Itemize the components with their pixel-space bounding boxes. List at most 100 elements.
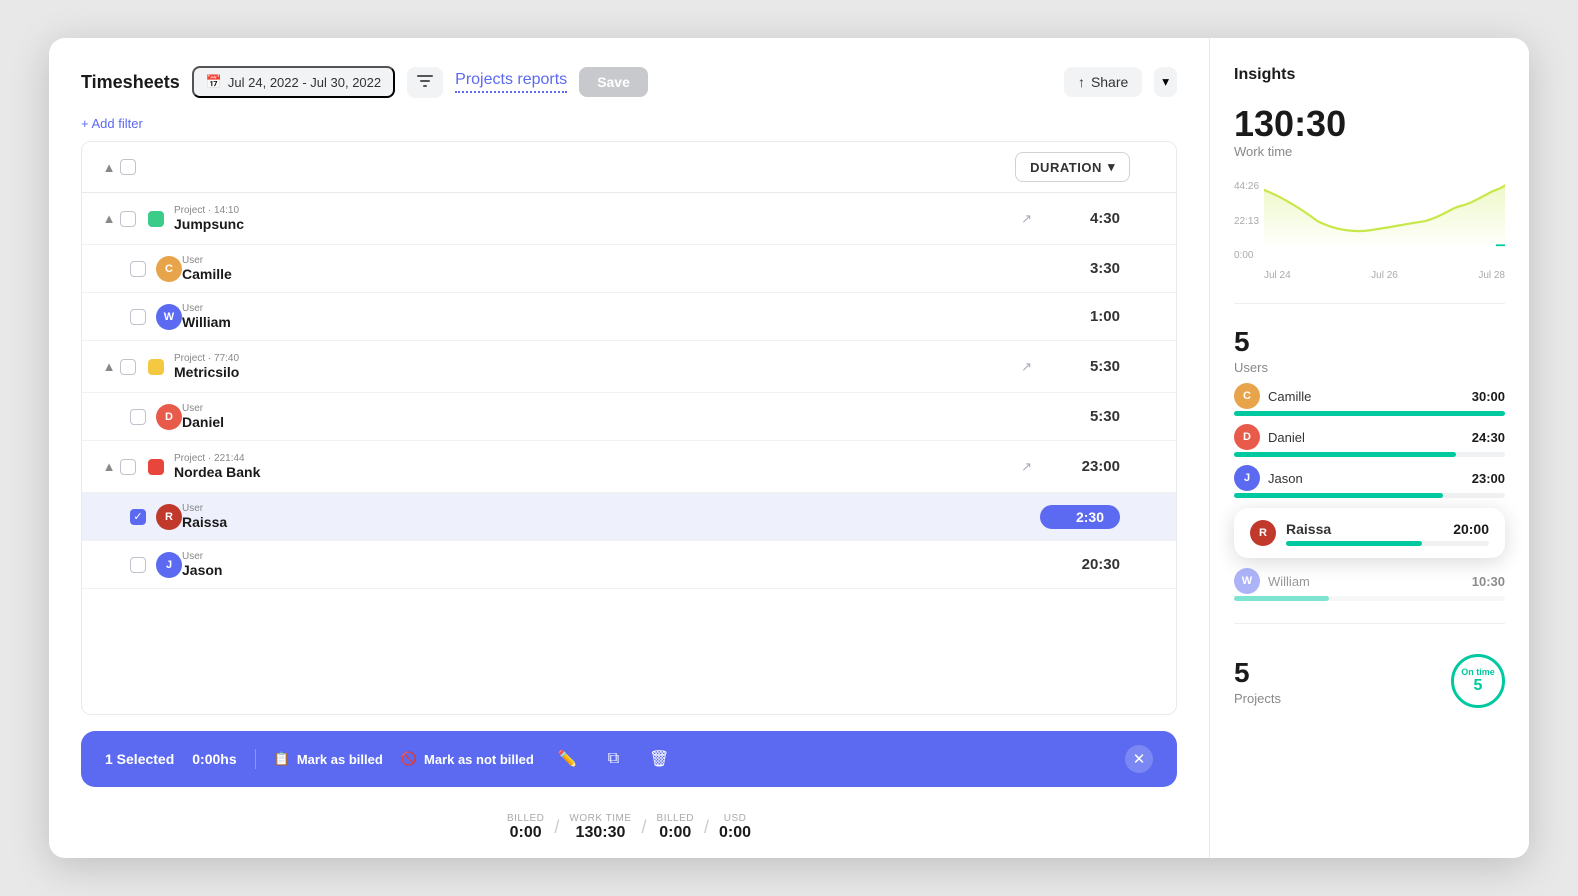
user-duration-highlighted: 2:30	[1040, 505, 1120, 529]
work-time-chart: 44:26 22:13 0:00 Jul 24	[1234, 181, 1505, 281]
user-checkbox[interactable]	[130, 309, 146, 325]
external-link-icon[interactable]: ↗	[1021, 459, 1032, 475]
duration-sort-button[interactable]: DURATION ▾	[1015, 152, 1130, 182]
collapse-all-button[interactable]: ▲	[98, 160, 120, 175]
user-bar	[1234, 493, 1443, 498]
user-checkbox[interactable]	[130, 509, 146, 525]
user-row[interactable]: W User William 1:00	[82, 293, 1176, 341]
report-name[interactable]: Projects reports	[455, 71, 567, 93]
x-label-1: Jul 24	[1264, 270, 1291, 281]
project-color-dot	[148, 211, 164, 227]
selected-hours: 0:00hs	[192, 751, 236, 767]
expand-project-button[interactable]: ▲	[98, 211, 120, 226]
project-checkbox[interactable]	[120, 211, 136, 227]
user-row[interactable]: D User Daniel 5:30	[82, 393, 1176, 441]
not-billed-icon: 🚫	[401, 751, 417, 767]
selected-count: 1 Selected	[105, 751, 174, 767]
external-link-icon[interactable]: ↗	[1021, 211, 1032, 227]
users-count: 5	[1234, 326, 1505, 358]
expand-project-button[interactable]: ▲	[98, 359, 120, 374]
user-checkbox[interactable]	[130, 409, 146, 425]
user-info: User Daniel	[182, 403, 1040, 430]
project-row[interactable]: ▲ Project · 14:10 Jumpsunc ↗ 4:30	[82, 193, 1176, 245]
projects-section: 5 Projects On time 5	[1234, 654, 1505, 708]
date-range-button[interactable]: 📅 Jul 24, 2022 - Jul 30, 2022	[192, 66, 395, 98]
user-checkbox[interactable]	[130, 261, 146, 277]
add-filter-link[interactable]: + Add filter	[81, 116, 1177, 131]
expand-project-button[interactable]: ▲	[98, 459, 120, 474]
y-label-bot: 0:00	[1234, 250, 1259, 261]
section-divider	[1234, 623, 1505, 624]
project-name: Metricsilo	[174, 364, 1021, 380]
users-section: 5 Users C Camille 30:00 D Daniel	[1234, 326, 1505, 601]
page-title: Timesheets	[81, 72, 180, 93]
avatar: W	[156, 304, 182, 330]
user-bar	[1234, 452, 1456, 457]
section-divider	[1234, 303, 1505, 304]
footer-separator: /	[554, 817, 559, 838]
y-label-top: 44:26	[1234, 181, 1259, 192]
user-duration: 5:30	[1040, 408, 1120, 425]
tooltip-name: Raissa	[1286, 521, 1445, 537]
user-row[interactable]: J User Jason 20:30	[82, 541, 1176, 589]
user-time: 24:30	[1472, 430, 1505, 445]
user-info: User Jason	[182, 551, 1040, 578]
save-button[interactable]: Save	[579, 67, 648, 97]
delete-button[interactable]: 🗑	[643, 747, 675, 771]
user-checkbox[interactable]	[130, 557, 146, 573]
user-name: Daniel	[1268, 430, 1464, 445]
avatar: J	[1234, 465, 1260, 491]
user-row-selected[interactable]: R User Raissa 2:30	[82, 493, 1176, 541]
project-row[interactable]: ▲ Project · 77:40 Metricsilo ↗ 5:30	[82, 341, 1176, 393]
user-name: Camille	[1268, 389, 1464, 404]
filter-button[interactable]	[407, 67, 443, 98]
share-button[interactable]: ↑ Share	[1064, 67, 1142, 97]
share-chevron-button[interactable]: ▾	[1154, 67, 1177, 97]
user-info: User Camille	[182, 255, 1040, 282]
avatar: J	[156, 552, 182, 578]
share-icon: ↑	[1078, 74, 1085, 90]
avatar: W	[1234, 568, 1260, 594]
project-row[interactable]: ▲ Project · 221:44 Nordea Bank ↗ 23:00	[82, 441, 1176, 493]
edit-button[interactable]: ✏️	[552, 747, 584, 771]
project-label: Project · 77:40	[174, 353, 1021, 364]
project-checkbox[interactable]	[120, 459, 136, 475]
y-label-mid: 22:13	[1234, 216, 1259, 227]
project-checkbox[interactable]	[120, 359, 136, 375]
project-color-dot	[148, 359, 164, 375]
projects-label: Projects	[1234, 691, 1281, 706]
project-duration: 5:30	[1040, 358, 1120, 375]
select-all-checkbox[interactable]	[120, 159, 136, 175]
project-name: Jumpsunc	[174, 216, 1021, 232]
mark-not-billed-button[interactable]: 🚫 Mark as not billed	[401, 751, 534, 767]
user-name: William	[1268, 574, 1464, 589]
total-time: 130:30	[1234, 106, 1505, 142]
user-time: 23:00	[1472, 471, 1505, 486]
billed2-value: 0:00	[659, 824, 691, 842]
table-header: ▲ DURATION ▾	[82, 142, 1176, 193]
project-duration: 4:30	[1040, 210, 1120, 227]
copy-button[interactable]: ⧉	[602, 748, 625, 770]
billed-value: 0:00	[510, 824, 542, 842]
raissa-tooltip-card: R Raissa 20:00	[1234, 508, 1505, 558]
user-bar	[1234, 411, 1505, 416]
projects-count: 5	[1234, 657, 1281, 689]
external-link-icon[interactable]: ↗	[1021, 359, 1032, 375]
user-name: Jason	[1268, 471, 1464, 486]
filter-icon	[417, 74, 433, 91]
timesheets-table: ▲ DURATION ▾ ▲	[81, 141, 1177, 715]
duration-col-label: DURATION	[1030, 160, 1102, 175]
user-info: User William	[182, 303, 1040, 330]
close-bar-button[interactable]: ✕	[1125, 745, 1153, 773]
mark-billed-button[interactable]: 📋 Mark as billed	[274, 751, 383, 767]
footer-separator: /	[704, 817, 709, 838]
user-duration: 20:30	[1040, 556, 1120, 573]
footer-separator: /	[642, 817, 647, 838]
work-time-sublabel: Work time	[1234, 144, 1505, 159]
users-list: C Camille 30:00 D Daniel 24:30	[1234, 383, 1505, 601]
chevron-down-icon: ▾	[1162, 74, 1169, 89]
bottom-action-bar: 1 Selected 0:00hs 📋 Mark as billed 🚫 Mar…	[81, 731, 1177, 787]
user-row[interactable]: C User Camille 3:30	[82, 245, 1176, 293]
user-duration: 3:30	[1040, 260, 1120, 277]
usd-value: 0:00	[719, 824, 751, 842]
